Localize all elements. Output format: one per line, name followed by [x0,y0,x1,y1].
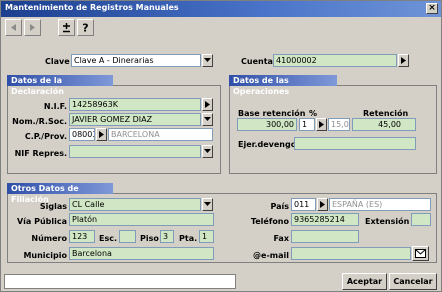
cuenta-field[interactable]: 41000002 [273,54,397,67]
cancel-button[interactable]: Cancelar [389,273,437,290]
siglas-label: Siglas [39,202,67,211]
next-button[interactable] [24,19,41,36]
arrow-left-icon [11,24,16,31]
play-icon [320,201,325,208]
esc-field[interactable] [119,230,136,243]
siglas-field[interactable]: CL Calle [69,198,201,211]
status-bar [4,274,236,289]
cp-field[interactable]: 08003 [69,128,95,141]
email-field[interactable] [291,247,411,260]
svg-text:?: ? [82,22,88,33]
nif-repres-label: NIF Repres. [14,149,67,158]
via-publica-field[interactable]: Platón [69,213,214,226]
cuenta-label: Cuenta [241,57,273,66]
percent-label: % [309,109,318,118]
pais-field[interactable]: 011 [291,198,316,211]
extension-field[interactable] [411,213,431,226]
esc-label: Esc. [99,234,118,243]
pta-label: Pta. [179,234,198,243]
nif-lookup-button[interactable] [202,98,213,111]
nif-field[interactable]: 14258963K [69,98,201,111]
numero-field[interactable]: 123 [69,230,95,243]
help-icon: ? [82,22,88,33]
numero-label: Número [31,234,67,243]
clave-label: Clave [45,57,70,66]
pais-lookup-button[interactable] [317,198,328,211]
play-icon [319,121,324,128]
email-label: @e-mail [253,251,289,260]
percent-value: 15,00 [328,118,350,131]
nif-label: N.I.F. [43,102,67,111]
piso-field[interactable]: 3 [160,230,174,243]
chevron-down-icon [204,58,211,62]
add-remove-button[interactable] [58,19,75,36]
clave-select[interactable]: Clave A - Dinerarias [71,54,201,67]
ejer-devengo-field[interactable] [294,137,416,150]
nif-repres-field[interactable] [69,145,201,158]
play-icon [205,101,210,108]
pta-field[interactable]: 1 [199,230,214,243]
fax-field[interactable] [291,230,359,243]
help-button[interactable]: ? [77,19,94,36]
province-name: BARCELONA [108,128,213,141]
clave-dropdown-button[interactable] [202,54,213,67]
plus-minus-icon [63,23,70,33]
arrow-right-icon [30,24,35,31]
percent-code-field[interactable]: 1 [299,118,315,131]
retencion-label: Retención [363,109,409,118]
retencion-field[interactable]: 45,00 [352,118,416,131]
cp-label: C.P./Prov. [24,132,67,141]
siglas-dropdown-button[interactable] [202,198,213,211]
accept-button[interactable]: Aceptar [342,273,387,290]
close-button[interactable]: × [426,3,438,14]
send-email-button[interactable] [412,246,429,261]
chevron-down-icon [204,149,211,153]
window: Mantenimiento de Registros Manuales × ? … [0,0,442,292]
nom-label: Nom./R.Soc. [12,117,67,126]
play-icon [99,131,104,138]
municipio-label: Municipio [23,251,67,260]
envelope-icon [415,249,426,258]
declaracion-section-title: Datos de la Declaración [7,75,113,96]
nif-repres-dropdown-button[interactable] [202,145,213,158]
nom-dropdown-button[interactable] [202,113,213,126]
extension-label: Extensión [365,217,410,226]
chevron-down-icon [204,202,211,206]
base-retencion-label: Base retención [238,109,306,118]
pais-name: ESPAÑA (ES) [329,198,431,211]
percent-lookup-button[interactable] [316,118,327,131]
base-retencion-field[interactable]: 300,00 [237,118,297,131]
chevron-down-icon [204,117,211,121]
municipio-field[interactable]: Barcelona [69,247,214,260]
pais-label: País [270,202,289,211]
filiacion-section-title: Otros Datos de Filiación [7,183,113,204]
piso-label: Piso [140,234,159,243]
telefono-field[interactable]: 9365285214 [291,213,359,226]
telefono-label: Teléfono [250,217,289,226]
nom-field[interactable]: JAVIER GOMEZ DIAZ [69,113,201,126]
operaciones-section-title: Datos de las Operaciones [229,75,337,96]
cp-lookup-button[interactable] [96,128,107,141]
cuenta-lookup-button[interactable] [398,54,409,67]
play-icon [401,57,406,64]
ejer-devengo-label: Ejer.devengo [238,140,297,149]
fax-label: Fax [273,234,289,243]
previous-button[interactable] [5,19,22,36]
window-title: Mantenimiento de Registros Manuales [5,3,179,12]
via-publica-label: Vía Pública [16,217,67,226]
title-bar: Mantenimiento de Registros Manuales × [1,1,441,17]
